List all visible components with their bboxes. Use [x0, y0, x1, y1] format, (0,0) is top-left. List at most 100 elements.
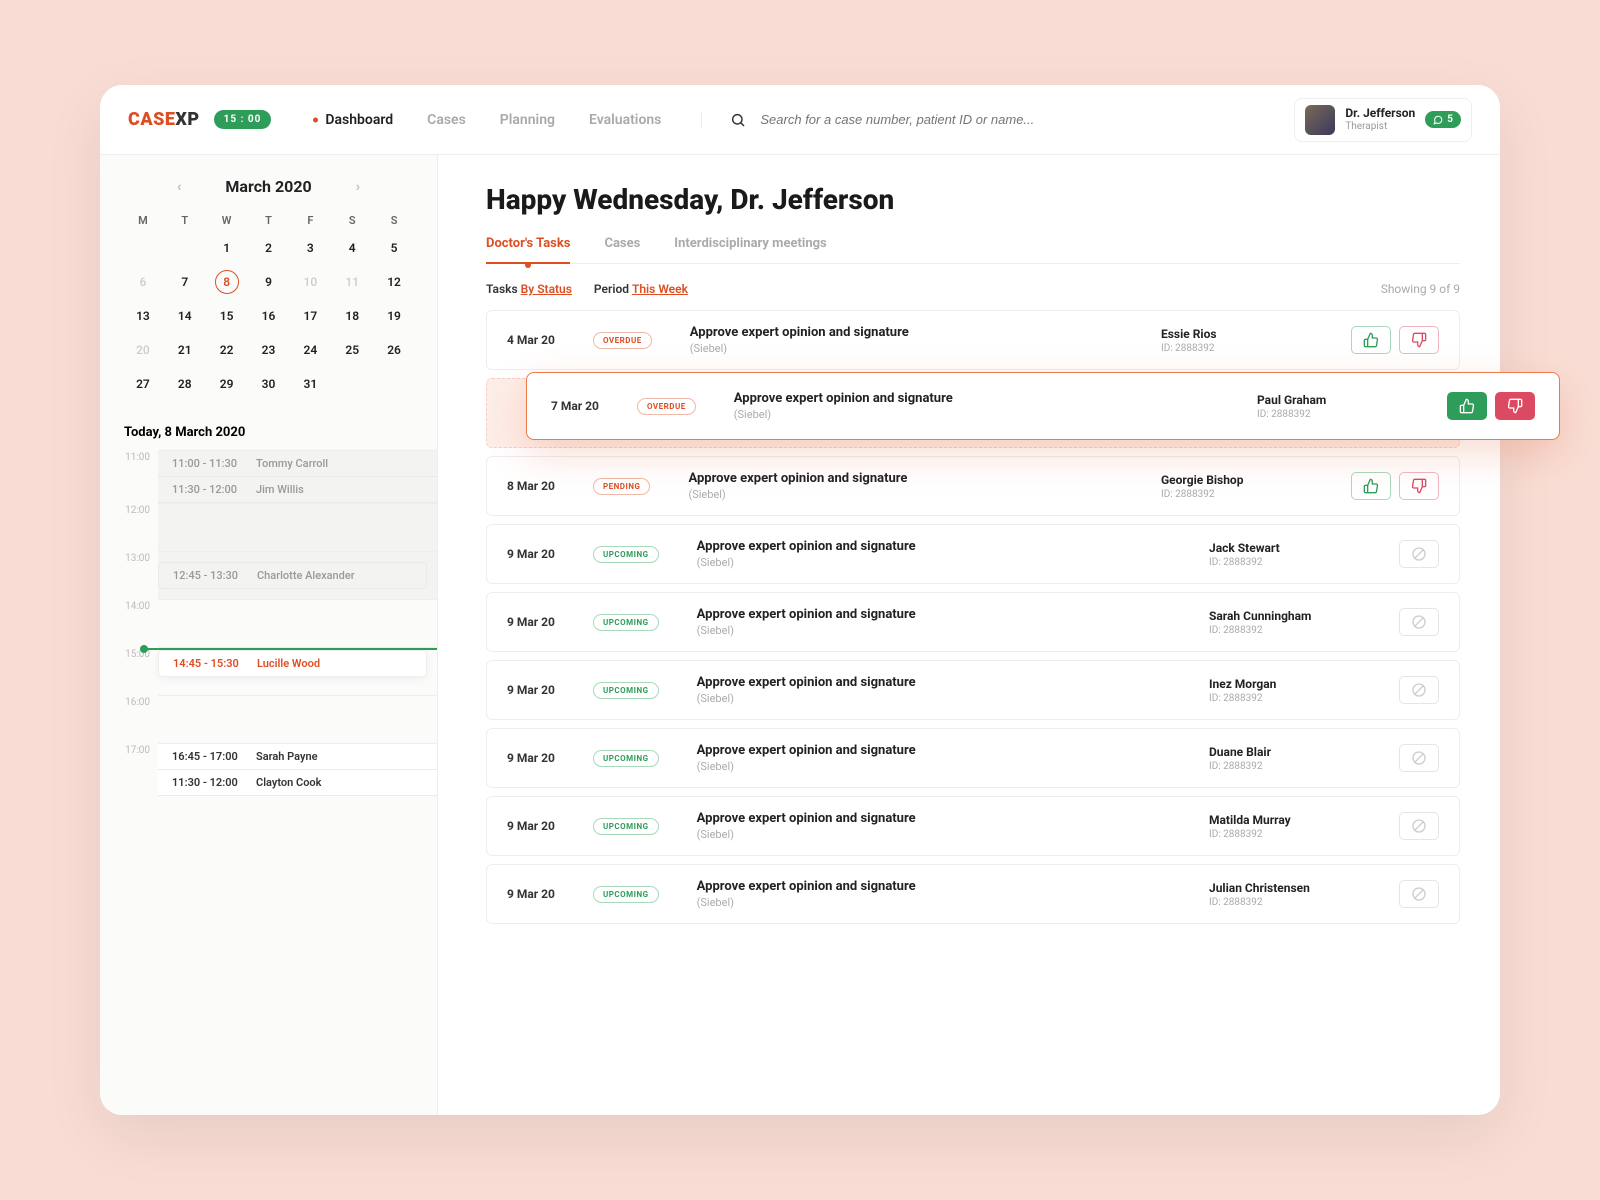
person-id: ID: 2888392 [1161, 343, 1331, 354]
task-row-active[interactable]: 7 Mar 20 OVERDUE Approve expert opinion … [526, 372, 1560, 440]
task-desc: Approve expert opinion and signature (Si… [690, 325, 1141, 355]
task-row[interactable]: 9 Mar 20 UPCOMING Approve expert opinion… [486, 660, 1460, 720]
task-actions [1399, 676, 1439, 704]
task-row[interactable]: 9 Mar 20 UPCOMING Approve expert opinion… [486, 524, 1460, 584]
calendar-day[interactable]: 11 [331, 269, 373, 295]
reject-button[interactable] [1399, 326, 1439, 354]
next-month[interactable]: › [356, 179, 360, 195]
appointment[interactable]: 11:00 - 11:30Tommy Carroll [158, 451, 437, 477]
calendar-day [331, 371, 373, 397]
filter-label: Period [594, 282, 629, 296]
messages-count: 5 [1447, 114, 1453, 125]
task-row[interactable]: 9 Mar 20 UPCOMING Approve expert opinion… [486, 796, 1460, 856]
calendar-day[interactable]: 27 [122, 371, 164, 397]
filters: Tasks By Status Period This Week Showing… [486, 282, 1460, 296]
calendar-day[interactable]: 7 [164, 269, 206, 295]
tab-cases[interactable]: Cases [604, 236, 640, 263]
appointment[interactable]: 11:30 - 12:00 Jim Willis [158, 477, 437, 503]
calendar-day[interactable]: 26 [373, 337, 415, 363]
content-tabs: Doctor's Tasks Cases Interdisciplinary mee… [486, 236, 1460, 264]
calendar-day[interactable]: 9 [248, 269, 290, 295]
disabled-action [1399, 880, 1439, 908]
filter-link[interactable]: This Week [632, 282, 688, 296]
calendar-day[interactable]: 18 [331, 303, 373, 329]
tab-doctor-s-tasks[interactable]: Doctor's Tasks [486, 236, 570, 263]
approve-button[interactable] [1351, 472, 1391, 500]
nav-item-evaluations[interactable]: Evaluations [589, 112, 661, 128]
calendar-day[interactable]: 20 [122, 337, 164, 363]
status-pill: OVERDUE [593, 332, 652, 349]
calendar-day[interactable]: 22 [206, 337, 248, 363]
task-person: Sarah Cunningham ID: 2888392 [1209, 609, 1379, 636]
calendar-day[interactable]: 23 [248, 337, 290, 363]
calendar-day[interactable]: 19 [373, 303, 415, 329]
task-row[interactable]: 9 Mar 20 UPCOMING Approve expert opinion… [486, 864, 1460, 924]
calendar-day[interactable]: 17 [289, 303, 331, 329]
calendar-day[interactable]: 4 [331, 235, 373, 261]
calendar-day[interactable]: 31 [289, 371, 331, 397]
calendar-day[interactable]: 12 [373, 269, 415, 295]
reject-button[interactable] [1399, 472, 1439, 500]
appointment-current[interactable]: 14:45 - 15:30Lucille Wood [158, 650, 427, 677]
calendar-day[interactable]: 24 [289, 337, 331, 363]
approve-button[interactable] [1447, 392, 1487, 420]
messages-badge[interactable]: 5 [1425, 111, 1461, 128]
calendar-header: ‹ March 2020 › [100, 177, 437, 196]
user-card[interactable]: Dr. Jefferson Therapist 5 [1294, 98, 1472, 142]
calendar-day[interactable]: 16 [248, 303, 290, 329]
nav-item-dashboard[interactable]: Dashboard [325, 112, 393, 128]
task-row[interactable]: 9 Mar 20 UPCOMING Approve expert opinion… [486, 728, 1460, 788]
calendar-day[interactable]: 15 [206, 303, 248, 329]
logo: CASEXP [128, 109, 200, 130]
tab-interdisciplinary-meetings[interactable]: Interdisciplinary meetings [674, 236, 826, 263]
status-pill: UPCOMING [593, 750, 659, 767]
person-id: ID: 2888392 [1257, 409, 1427, 420]
status-pill: UPCOMING [593, 546, 659, 563]
calendar-day[interactable]: 5 [373, 235, 415, 261]
calendar-day[interactable]: 28 [164, 371, 206, 397]
appt-name: Jim Willis [256, 483, 304, 496]
task-desc: Approve expert opinion and signature (Si… [697, 675, 1189, 705]
status-pill: UPCOMING [593, 682, 659, 699]
nav-item-planning[interactable]: Planning [500, 112, 555, 128]
calendar-day[interactable]: 10 [289, 269, 331, 295]
task-subtitle: (Siebel) [697, 624, 1189, 637]
task-row[interactable]: 4 Mar 20 OVERDUE Approve expert opinion … [486, 310, 1460, 370]
calendar-day[interactable]: 25 [331, 337, 373, 363]
appointment[interactable]: 12:45 - 13:30Charlotte Alexander [158, 562, 427, 589]
task-row[interactable]: 8 Mar 20 PENDING Approve expert opinion … [486, 456, 1460, 516]
calendar-day[interactable]: 14 [164, 303, 206, 329]
calendar-day[interactable]: 6 [122, 269, 164, 295]
approve-button[interactable] [1351, 326, 1391, 354]
task-title: Approve expert opinion and signature [690, 325, 1141, 340]
disabled-action [1399, 676, 1439, 704]
filter-link[interactable]: By Status [521, 282, 572, 296]
disabled-action [1399, 608, 1439, 636]
hour-label: 12:00 [100, 503, 158, 516]
task-row[interactable]: 9 Mar 20 UPCOMING Approve expert opinion… [486, 592, 1460, 652]
logo-part2: XP [175, 109, 199, 130]
appt-time: 11:30 - 12:00 [172, 483, 244, 496]
calendar-day[interactable]: 3 [289, 235, 331, 261]
calendar-day[interactable]: 13 [122, 303, 164, 329]
calendar-day[interactable]: 30 [248, 371, 290, 397]
calendar-day[interactable]: 2 [248, 235, 290, 261]
timeslot: 12:45 - 13:30Charlotte Alexander [158, 551, 437, 599]
timeslot [158, 599, 437, 647]
calendar-day[interactable]: 29 [206, 371, 248, 397]
person-name: Matilda Murray [1209, 813, 1379, 827]
appointment[interactable]: 11:30 - 12:00Clayton Cook [158, 770, 437, 796]
disabled-action [1399, 744, 1439, 772]
prev-month[interactable]: ‹ [177, 179, 181, 195]
timeslot [158, 695, 437, 743]
calendar-day[interactable]: 21 [164, 337, 206, 363]
calendar-day[interactable]: 8 [206, 269, 248, 295]
reject-button[interactable] [1495, 392, 1535, 420]
appointment[interactable]: 16:45 - 17:00Sarah Payne [158, 744, 437, 770]
calendar-day[interactable]: 1 [206, 235, 248, 261]
appt-name: Sarah Payne [256, 750, 318, 763]
search-input[interactable] [760, 112, 1294, 127]
timeline: 11:00 11:00 - 11:30Tommy Carroll 11:30 -… [100, 450, 437, 796]
user-role: Therapist [1345, 121, 1415, 133]
nav-item-cases[interactable]: Cases [427, 112, 466, 128]
